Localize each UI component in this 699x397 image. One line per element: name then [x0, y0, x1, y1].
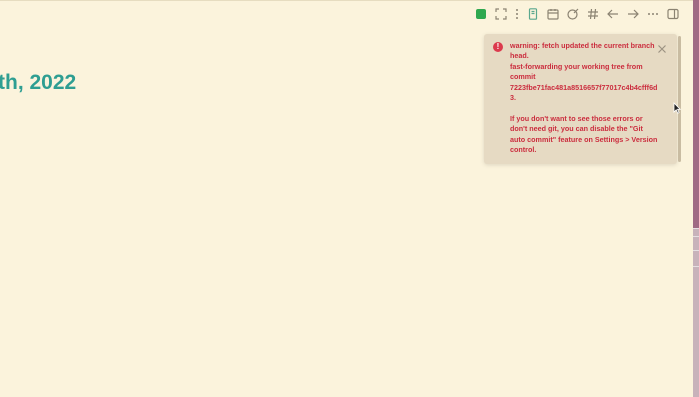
- page-title: th, 2022: [0, 71, 77, 94]
- window-edge-strip: [693, 0, 699, 397]
- notebook-button[interactable]: [523, 6, 543, 22]
- fullscreen-button[interactable]: [491, 6, 511, 22]
- book-icon: [528, 8, 538, 20]
- close-notice-button[interactable]: [657, 41, 667, 53]
- app-window: th, 2022 ! warning: fetch updated the cu…: [0, 0, 693, 397]
- expand-icon: [495, 8, 507, 20]
- arrow-right-icon: [628, 9, 639, 19]
- sync-status-indicator[interactable]: [471, 6, 491, 22]
- notice-scrollbar[interactable]: [678, 36, 681, 162]
- calendar-icon: [547, 9, 559, 20]
- error-notice: ! warning: fetch updated the current bra…: [484, 34, 681, 164]
- hash-icon: [588, 8, 598, 20]
- toolbar: [471, 6, 683, 22]
- error-icon: !: [493, 42, 503, 52]
- sidebar-toggle-icon: [667, 8, 679, 20]
- ellipsis-icon: [648, 13, 658, 15]
- top-border: [0, 0, 693, 1]
- more-button[interactable]: [643, 6, 663, 22]
- mouse-cursor-icon: [673, 102, 681, 114]
- back-button[interactable]: [603, 6, 623, 22]
- sidebar-toggle-button[interactable]: [663, 6, 683, 22]
- notice-line-2: fast-forwarding your working tree from c…: [510, 61, 643, 82]
- notice-line-4: If you don't want to see those errors or…: [510, 113, 658, 155]
- pencil-icon: [567, 8, 579, 20]
- notice-message: warning: fetch updated the current branc…: [510, 41, 658, 155]
- forward-button[interactable]: [623, 6, 643, 22]
- green-square-icon: [476, 9, 486, 19]
- tag-button[interactable]: [583, 6, 603, 22]
- notice-line-1: warning: fetch updated the current branc…: [510, 41, 655, 61]
- kebab-icon: [516, 9, 518, 19]
- calendar-button[interactable]: [543, 6, 563, 22]
- notice-commit-hash: 7223fbe71fac481a8516657f77017c4b4cfff6d3…: [510, 82, 658, 103]
- close-icon: [658, 45, 666, 53]
- kebab-menu-button[interactable]: [511, 6, 523, 22]
- arrow-left-icon: [607, 9, 618, 19]
- edit-button[interactable]: [563, 6, 583, 22]
